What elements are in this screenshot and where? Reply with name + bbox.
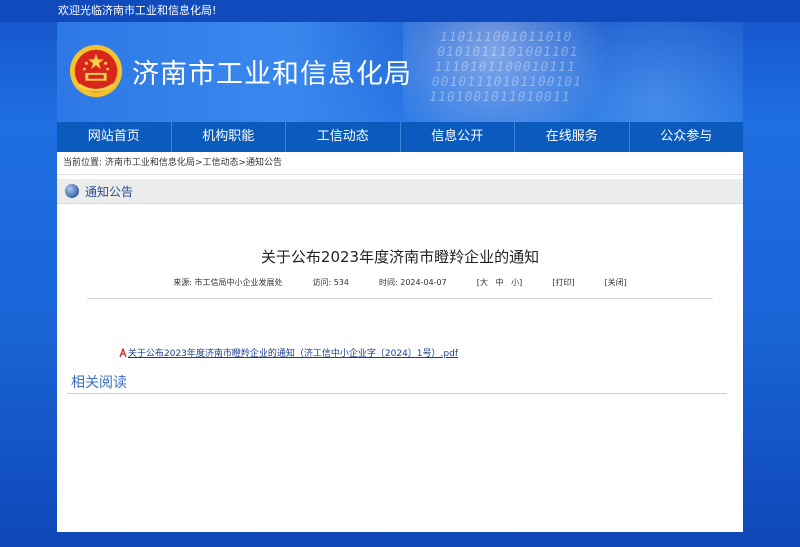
font-size-small[interactable]: 小] [511,278,522,287]
breadcrumb: 当前位置: 济南市工业和信息化局>工信动态>通知公告 [57,152,743,175]
main-nav: 网站首页 机构职能 工信动态 信息公开 在线服务 公众参与 [57,122,743,152]
binary-decoration: 110111001011010 0101011101001101 111010110… [427,30,584,105]
article-views: 访问: 534 [312,278,349,287]
content-panel: 当前位置: 济南市工业和信息化局>工信动态>通知公告 通知公告 关于公布2023… [57,152,743,532]
nav-item-news[interactable]: 工信动态 [286,122,401,152]
nav-item-home[interactable]: 网站首页 [57,122,172,152]
font-size-controls: [大 中 小] [477,277,523,288]
welcome-text: 欢迎光临济南市工业和信息化局! [58,4,217,17]
pdf-icon [119,347,127,357]
section-header: 通知公告 [57,179,743,204]
breadcrumb-prefix: 当前位置: [63,158,103,168]
article-title: 关于公布2023年度济南市瞪羚企业的通知 [260,248,540,266]
breadcrumb-item-home[interactable]: 济南市工业和信息化局 [105,158,195,168]
breadcrumb-item-news[interactable]: 工信动态 [202,158,238,168]
attachment-filename: 关于公布2023年度济南市瞪羚企业的通知（济工信中小企业字〔2024〕1号）.p… [128,349,458,359]
breadcrumb-item-notices[interactable]: 通知公告 [246,158,282,168]
related-reading-title: 相关阅读 [71,375,127,391]
close-button[interactable]: [关闭] [605,277,627,288]
article-date: 时间: 2024-04-07 [379,278,447,287]
nav-item-participation[interactable]: 公众参与 [630,122,744,152]
article-meta: 来源: 市工信局中小企业发展处 访问: 534 时间: 2024-04-07 [… [87,277,713,299]
font-size-large[interactable]: [大 [477,278,488,287]
top-welcome-bar: 欢迎光临济南市工业和信息化局! [0,0,800,22]
national-emblem-icon [69,44,123,98]
related-divider [67,393,727,394]
globe-icon [65,184,79,198]
nav-item-disclosure[interactable]: 信息公开 [401,122,515,152]
nav-item-functions[interactable]: 机构职能 [172,122,286,152]
breadcrumb-sep: > [238,158,247,168]
section-title: 通知公告 [85,184,134,199]
attachment-link[interactable]: 关于公布2023年度济南市瞪羚企业的通知（济工信中小企业字〔2024〕1号）.p… [119,346,458,359]
font-size-medium[interactable]: 中 [496,278,504,287]
nav-item-online-service[interactable]: 在线服务 [515,122,630,152]
site-title: 济南市工业和信息化局 [132,59,412,90]
header-banner: 110111001011010 0101011101001101 111010110… [57,22,743,122]
article-source: 来源: 市工信局中小企业发展处 [173,278,283,287]
print-button[interactable]: [打印] [552,277,574,288]
